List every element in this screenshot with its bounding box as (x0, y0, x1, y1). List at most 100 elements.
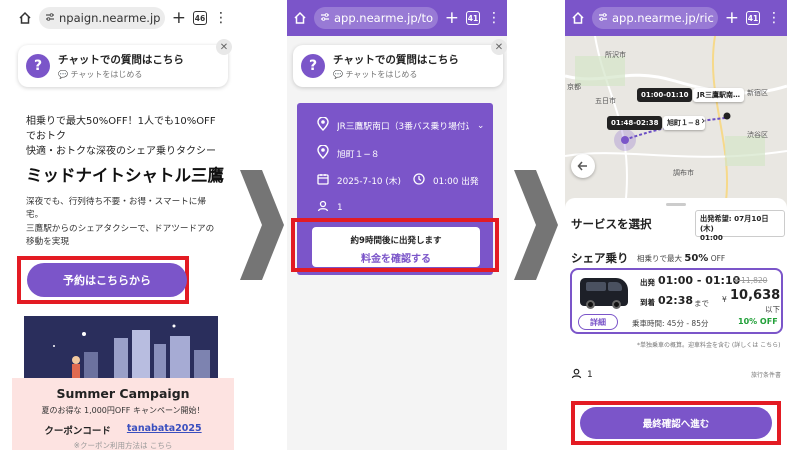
chat-subtitle-text: チャットをはじめる (70, 70, 143, 79)
chat-question-icon: ? (26, 54, 50, 78)
tab-count-icon[interactable]: 41 (466, 11, 480, 25)
tab-count-icon[interactable]: 41 (746, 11, 760, 25)
tab-count-icon[interactable]: 46 (193, 11, 207, 25)
pickup-field[interactable]: JR三鷹駅南口（3番バス乗り場付近 ⌄ (317, 116, 487, 134)
passenger-count: 1 (587, 370, 593, 380)
arrive-suffix: まで (694, 299, 709, 308)
home-icon[interactable] (571, 11, 585, 25)
person-icon (571, 368, 582, 382)
chat-banner[interactable]: ? チャットでの質問はこちら 💬 チャットをはじめる ✕ (18, 39, 232, 87)
url-text: npaign.nearme.jp (59, 11, 161, 25)
chat-banner[interactable]: ? チャットでの質問はこちら 💬 チャットをはじめる ✕ (293, 39, 507, 87)
chat-title: チャットでの質問はこちら (333, 54, 459, 66)
location-pin-icon (317, 144, 329, 162)
intro-line: 快適・おトクな深夜のシェア乗りタクシー (26, 146, 216, 157)
description: 深夜でも、行列待ち不要・お得・スマートに帰 宅。 三鷹駅からのシェアタクシーで、… (26, 196, 231, 249)
new-tab-icon[interactable]: + (725, 9, 739, 27)
chat-bubble-icon: 💬 (333, 70, 343, 79)
price-check-box[interactable]: 約9時間後に出発します 料金を確認する (312, 227, 480, 267)
site-settings-icon[interactable] (320, 11, 330, 25)
coupon-code-link[interactable]: tanabata2025 (127, 423, 202, 437)
map-label: 調布市 (673, 169, 694, 177)
location-pin-icon (317, 116, 329, 134)
menu-icon[interactable]: ⋮ (214, 11, 228, 25)
site-settings-icon[interactable] (598, 11, 608, 25)
map-label: 五日市 (595, 97, 616, 105)
chevron-right-icon[interactable]: › (701, 114, 705, 127)
back-button[interactable] (571, 154, 595, 178)
detail-button[interactable]: 詳細 (578, 314, 618, 330)
service-select-sheet: サービスを選択 出発希望: 07月10日 (木) 01:00 シェア乗り 相乗り… (565, 198, 787, 450)
depart-label: 出発 (640, 278, 655, 287)
coupon-label: クーポンコード (44, 426, 111, 437)
map-label: 渋谷区 (747, 131, 768, 139)
depart-note: 約9時間後に出発します (350, 236, 442, 246)
arrive-label: 到着 (640, 298, 655, 307)
chevron-down-icon[interactable]: ⌄ (477, 121, 484, 131)
map-dropoff-time-tag: 01:48-02:38 (607, 116, 663, 130)
close-icon[interactable]: ✕ (216, 39, 232, 55)
browser-toolbar: npaign.nearme.jp + 46 ⋮ (12, 0, 234, 36)
departure-date-label: 出発希望: 07月10日 (木) (700, 214, 769, 233)
final-confirm-button[interactable]: 最終確認へ進む (580, 407, 772, 439)
address-bar[interactable]: app.nearme.jp/ric (592, 7, 718, 29)
clock-icon (413, 173, 425, 188)
menu-icon[interactable]: ⋮ (767, 11, 781, 25)
map-dropoff-place-tag: 旭町１−８ (663, 116, 705, 130)
share-ride-option-card[interactable]: 詳細 出発 01:00 - 01:10 ¥ 11,820 到着 02:38 まで… (570, 268, 783, 334)
browser-toolbar: app.nearme.jp/ric + 41 ⋮ (565, 0, 787, 36)
discounted-price: 10,638 (730, 288, 781, 303)
arrow-right-icon (240, 170, 284, 280)
home-icon[interactable] (18, 11, 32, 25)
departure-date-box[interactable]: 出発希望: 07月10日 (木) 01:00 (695, 210, 785, 242)
share-sub-pct: 50% (684, 253, 709, 264)
menu-icon[interactable]: ⋮ (487, 11, 501, 25)
address-bar[interactable]: app.nearme.jp/to (314, 7, 438, 29)
van-icon (580, 278, 628, 309)
share-ride-title: シェア乗り (571, 251, 629, 265)
coupon-row: クーポンコード tanabata2025 (12, 423, 234, 437)
service-select-title: サービスを選択 (571, 217, 652, 231)
share-sub-prefix: 相乗りで最大 (637, 254, 682, 263)
share-sub-suffix: OFF (710, 254, 726, 263)
close-icon[interactable]: ✕ (491, 39, 507, 55)
phone-screen-landing: npaign.nearme.jp + 46 ⋮ ? チャットでの質問はこちら 💬… (12, 0, 234, 450)
book-button[interactable]: 予約はこちらから (27, 263, 187, 297)
arrive-time: 02:38 (658, 294, 694, 307)
phone-screen-service-select: app.nearme.jp/ric + 41 ⋮ 所沢市 京都 五日市 新宿区 … (565, 0, 787, 450)
original-price: ¥ 11,820 (734, 276, 768, 285)
url-text: app.nearme.jp/to (334, 11, 434, 25)
datetime-field[interactable]: 2025-7-10 (木) 01:00 出発 (317, 173, 479, 188)
home-icon[interactable] (293, 11, 307, 25)
site-settings-icon[interactable] (45, 11, 55, 25)
ride-duration: 乗車時間: 45分 - 85分 (632, 319, 709, 328)
campaign-title: Summer Campaign (56, 386, 190, 401)
calendar-icon (317, 173, 329, 188)
share-ride-discount: 相乗りで最大 50% OFF (637, 253, 725, 264)
url-text: app.nearme.jp/ric (612, 11, 714, 25)
address-bar[interactable]: npaign.nearme.jp (39, 7, 165, 29)
new-tab-icon[interactable]: + (172, 9, 186, 27)
map-label: 京都 (567, 83, 581, 91)
departure-time: 01:00 (700, 233, 723, 243)
chat-subtitle: 💬 チャットをはじめる (58, 69, 184, 80)
chat-subtitle: 💬 チャットをはじめる (333, 69, 459, 80)
campaign-subtitle: 夏のお得な 1,000円OFF キャンペーン開始！ (41, 406, 205, 415)
depart-time-range: 01:00 - 01:10 (658, 274, 741, 287)
sheet-handle[interactable] (666, 203, 686, 206)
chat-question-icon: ? (301, 54, 325, 78)
chat-bubble-icon: 💬 (58, 70, 68, 79)
passenger-row: 1 (571, 368, 593, 382)
new-tab-icon[interactable]: + (445, 9, 459, 27)
intro-line: でおトク (26, 131, 66, 142)
chat-title: チャットでの質問はこちら (58, 54, 184, 66)
browser-toolbar: app.nearme.jp/to + 41 ⋮ (287, 0, 507, 36)
passenger-field[interactable]: 1 (317, 200, 343, 215)
route-map[interactable]: 所沢市 京都 五日市 新宿区 渋谷区 調布市 01:00-01:10 JR三鷹駅… (565, 36, 787, 208)
dropoff-field[interactable]: 旭町１−８ (317, 144, 380, 162)
intro-line: 相乗りで最大50%OFF！1人でも10%OFF (26, 116, 216, 127)
travel-terms-link[interactable]: 旅行条件書 (751, 370, 781, 379)
map-label: 新宿区 (747, 89, 768, 97)
time-text: 01:00 出発 (432, 177, 479, 187)
check-price-link[interactable]: 料金を確認する (312, 250, 480, 265)
